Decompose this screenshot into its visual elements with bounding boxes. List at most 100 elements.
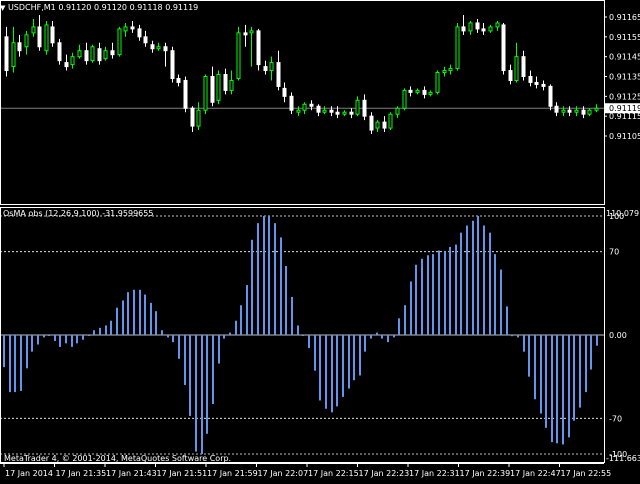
osma-bar — [489, 232, 491, 335]
osma-bar — [127, 292, 129, 335]
chart-title: ▼ USDCHF,M1 0.91120 0.91120 0.91118 0.91… — [0, 3, 198, 12]
osma-bar — [189, 335, 191, 416]
osma-bar — [590, 335, 592, 370]
candle-body — [388, 113, 393, 129]
osma-bar — [545, 335, 547, 428]
osma-bar — [596, 335, 598, 346]
candle-body — [243, 32, 248, 36]
candle-body — [256, 30, 261, 66]
osma-bar — [178, 335, 180, 359]
osma-bar — [381, 335, 383, 339]
osma-bar — [568, 335, 570, 438]
current-price-label: 0.91119 — [609, 104, 640, 113]
osma-bar — [500, 269, 502, 335]
candle-body — [150, 44, 155, 50]
candle-body — [574, 109, 579, 113]
chart-window[interactable]: 0.91165 0.91155 0.91145 0.91135 0.91125 0.911… — [0, 0, 640, 480]
candle-body — [514, 56, 519, 81]
osma-bar — [240, 305, 242, 335]
osma-bar — [460, 232, 462, 335]
osma-bar — [483, 225, 485, 335]
osma-bar — [268, 216, 270, 335]
osma-bar — [348, 335, 350, 389]
osma-bar — [331, 335, 333, 413]
osma-bar — [212, 335, 214, 405]
osma-bar — [88, 335, 90, 336]
candle-body — [329, 109, 334, 113]
osma-bar — [398, 318, 400, 335]
osma-bar — [20, 335, 22, 391]
osma-bar — [246, 285, 248, 335]
osma-bar — [517, 335, 519, 338]
osma-bar — [494, 254, 496, 335]
osma-bar — [359, 335, 361, 376]
candle-body — [4, 36, 9, 72]
osma-indicator[interactable] — [0, 215, 604, 455]
osma-bar — [387, 335, 389, 343]
osma-bar — [93, 330, 95, 335]
time-tick-label: 17 Jan 22:23 — [359, 469, 410, 478]
candle-body — [408, 89, 413, 93]
symbol-label: USDCHF,M1 0.91120 0.91120 0.91118 0.9111… — [7, 3, 199, 12]
osma-bar — [257, 223, 259, 335]
candle-body — [594, 107, 599, 111]
osma-bar — [404, 305, 406, 335]
candle-body — [428, 91, 433, 95]
price-tick-label: 0.91115 — [609, 112, 640, 121]
candle-body — [488, 26, 493, 32]
candle-body — [276, 62, 281, 87]
candle-body — [17, 42, 22, 52]
candle-body — [196, 109, 201, 127]
candle-body — [97, 48, 102, 62]
candle-body — [296, 109, 301, 113]
candle-body — [448, 68, 453, 72]
dropdown-arrow-icon[interactable]: ▼ — [0, 4, 5, 12]
candle-body — [541, 83, 546, 87]
osma-bar — [31, 335, 33, 352]
candle-body — [422, 89, 427, 95]
osma-bar — [110, 320, 112, 335]
candle-body — [435, 72, 440, 93]
osma-bar — [285, 265, 287, 335]
osma-bar — [353, 335, 355, 381]
indicator-min-label: -111.6630 — [606, 454, 640, 463]
candle-body — [64, 62, 69, 68]
osma-bar — [506, 306, 508, 335]
osma-bar — [528, 335, 530, 377]
osma-bar — [161, 330, 163, 335]
candle-body — [322, 109, 327, 113]
osma-bar — [523, 335, 525, 352]
osma-bar — [235, 320, 237, 335]
candle-body — [342, 111, 347, 115]
osma-bar — [167, 335, 169, 338]
osma-bar — [370, 335, 372, 339]
osma-bar — [308, 335, 310, 349]
time-tick-label: 17 Jan 22:55 — [561, 469, 612, 478]
candle-body — [468, 22, 473, 32]
candle-body — [461, 26, 466, 32]
osma-bar — [251, 239, 253, 335]
price-chart[interactable] — [0, 15, 604, 135]
osma-bar — [155, 311, 157, 335]
chart-canvas[interactable]: 0.91165 0.91155 0.91145 0.91135 0.91125 0.911… — [0, 0, 640, 480]
axes: 0.91165 0.91155 0.91145 0.91135 0.91125 0.911… — [0, 0, 640, 478]
candle-body — [190, 107, 195, 127]
candle-body — [309, 103, 314, 107]
osma-bar — [477, 216, 479, 335]
osma-bar — [455, 244, 457, 335]
candle-body — [170, 50, 175, 79]
candle-body — [395, 107, 400, 115]
osma-bar — [122, 300, 124, 335]
candle-body — [90, 46, 95, 62]
osma-bar — [573, 335, 575, 421]
osma-bar — [116, 307, 118, 335]
osma-bar — [133, 289, 135, 335]
candle-body — [335, 111, 340, 115]
candle-body — [567, 109, 572, 113]
osma-bar — [319, 335, 321, 401]
osma-bar — [65, 335, 67, 344]
osma-bar — [585, 335, 587, 393]
candle-body — [123, 26, 128, 32]
candle-body — [415, 89, 420, 93]
osma-bar — [551, 335, 553, 443]
